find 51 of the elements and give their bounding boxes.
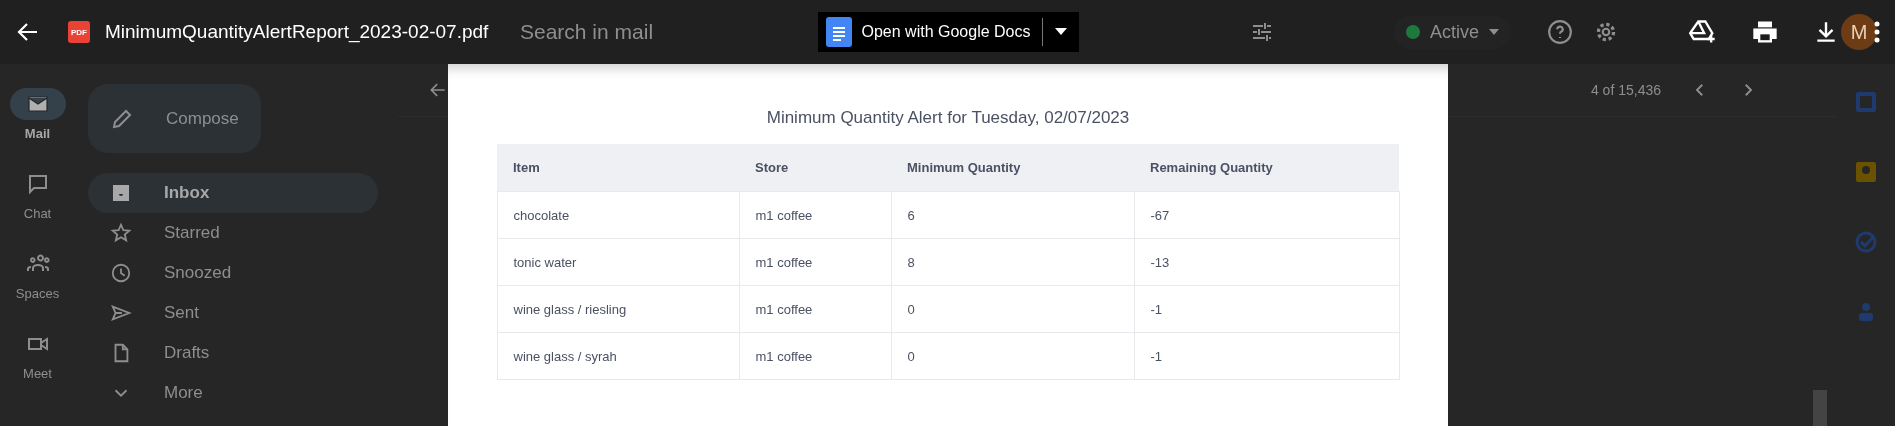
table-cell: -67 (1134, 191, 1399, 239)
table-cell: tonic water (497, 238, 739, 286)
nav-item[interactable]: Drafts (88, 333, 378, 373)
table-cell: wine glass / syrah (497, 332, 739, 380)
caret-icon (1489, 29, 1500, 35)
rail-item[interactable]: Mail (0, 88, 75, 168)
report-title: Minimum Quantity Alert for Tuesday, 02/07/2023 (765, 108, 1131, 128)
rail-item[interactable]: Spaces (0, 248, 75, 328)
column-header: Minimum Quantity (891, 144, 1134, 192)
caret-icon[interactable] (1055, 28, 1068, 36)
send-icon (110, 302, 132, 324)
clock-icon (110, 262, 132, 284)
table-cell: m1 coffee (739, 285, 891, 333)
drive-add-icon[interactable] (1689, 18, 1717, 46)
scrollbar-thumb[interactable] (1813, 390, 1827, 426)
table-cell: wine glass / riesling (497, 285, 739, 333)
table-cell: -1 (1134, 332, 1399, 380)
avatar[interactable]: M (1841, 14, 1877, 50)
table-cell: chocolate (497, 191, 739, 239)
nav-item[interactable]: Sent (88, 293, 378, 333)
table-cell: 8 (891, 238, 1134, 286)
more-options-icon[interactable] (1873, 20, 1881, 44)
open-with-button[interactable]: Open with Google Docs (817, 12, 1080, 52)
check-circle-icon[interactable] (1854, 230, 1878, 254)
pager-count: 4 of 15,436 (1590, 82, 1661, 98)
compose-button[interactable]: Compose (88, 84, 261, 153)
nav-item[interactable]: Inbox (88, 173, 378, 213)
table-cell: m1 coffee (739, 332, 891, 380)
nav-item[interactable]: More (88, 373, 378, 413)
search-field[interactable]: Search in mail (520, 20, 720, 44)
nav-item[interactable]: Starred (88, 213, 378, 253)
table-cell: 0 (891, 285, 1134, 333)
filter-sliders-icon[interactable] (1250, 20, 1274, 44)
table-cell: 6 (891, 191, 1134, 239)
rail-item[interactable]: Meet (0, 328, 75, 408)
table-cell: -1 (1134, 285, 1399, 333)
file-type-badge: PDF (68, 21, 90, 43)
file-name: MinimumQuantityAlertReport_2023-02-07.pdf (105, 21, 489, 43)
nav-item[interactable]: Snoozed (88, 253, 378, 293)
document-icon (825, 17, 852, 47)
table-cell: m1 coffee (739, 238, 891, 286)
table-cell: 0 (891, 332, 1134, 380)
table-cell: -13 (1134, 238, 1399, 286)
help-icon[interactable] (1547, 19, 1574, 45)
column-header: Store (739, 144, 891, 192)
inbox-tray-icon (110, 182, 132, 204)
column-header: Item (497, 144, 739, 192)
rail-item[interactable]: Chat (0, 168, 75, 248)
star-icon (110, 222, 132, 244)
table-cell: m1 coffee (739, 191, 891, 239)
column-header: Remaining Quantity (1134, 144, 1399, 192)
